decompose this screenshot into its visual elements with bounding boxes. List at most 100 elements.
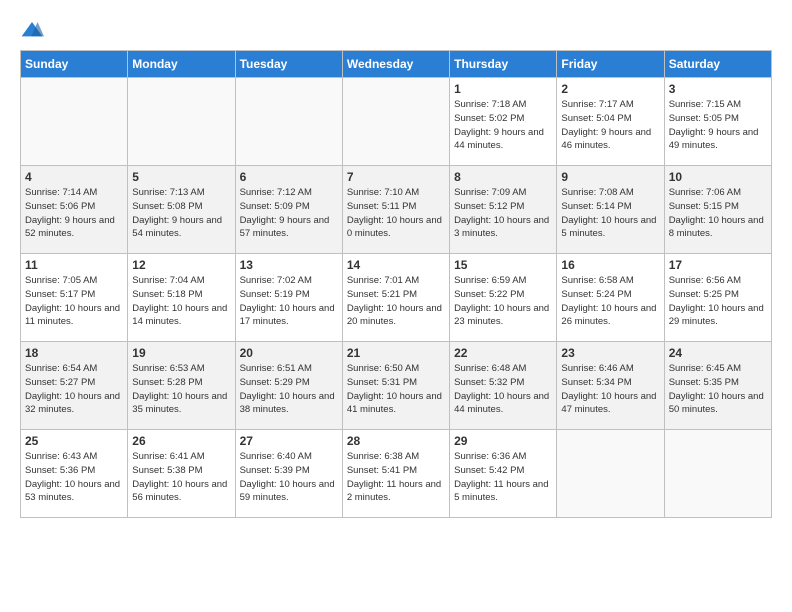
- day-info: Sunrise: 7:09 AM Sunset: 5:12 PM Dayligh…: [454, 186, 552, 241]
- calendar-week-row: 18 Sunrise: 6:54 AM Sunset: 5:27 PM Dayli…: [21, 342, 772, 430]
- calendar-cell: 3Sunrise: 7:15 AM Sunset: 5:05 PM Daylig…: [664, 78, 771, 166]
- calendar-cell: 28 Sunrise: 6:38 AM Sunset: 5:41 PM Dayli…: [342, 430, 449, 518]
- day-info: Sunrise: 6:50 AM Sunset: 5:31 PM Dayligh…: [347, 362, 445, 417]
- day-info: Sunrise: 7:04 AM Sunset: 5:18 PM Dayligh…: [132, 274, 230, 329]
- calendar-cell: 19 Sunrise: 6:53 AM Sunset: 5:28 PM Dayli…: [128, 342, 235, 430]
- calendar-cell: 22 Sunrise: 6:48 AM Sunset: 5:32 PM Dayli…: [450, 342, 557, 430]
- calendar-week-row: 1Sunrise: 7:18 AM Sunset: 5:02 PM Daylig…: [21, 78, 772, 166]
- day-number: 19: [132, 346, 230, 360]
- calendar-cell: 27 Sunrise: 6:40 AM Sunset: 5:39 PM Dayli…: [235, 430, 342, 518]
- day-number: 25: [25, 434, 123, 448]
- column-header-monday: Monday: [128, 51, 235, 78]
- calendar-cell: 4 Sunrise: 7:14 AM Sunset: 5:06 PM Daylig…: [21, 166, 128, 254]
- day-info: Sunrise: 7:13 AM Sunset: 5:08 PM Dayligh…: [132, 186, 230, 241]
- day-info: Sunrise: 7:10 AM Sunset: 5:11 PM Dayligh…: [347, 186, 445, 241]
- day-info: Sunrise: 6:43 AM Sunset: 5:36 PM Dayligh…: [25, 450, 123, 505]
- calendar-cell: 18 Sunrise: 6:54 AM Sunset: 5:27 PM Dayli…: [21, 342, 128, 430]
- column-header-wednesday: Wednesday: [342, 51, 449, 78]
- calendar-cell: 17 Sunrise: 6:56 AM Sunset: 5:25 PM Dayli…: [664, 254, 771, 342]
- calendar-table: SundayMondayTuesdayWednesdayThursdayFrid…: [20, 50, 772, 518]
- day-number: 12: [132, 258, 230, 272]
- day-number: 27: [240, 434, 338, 448]
- day-number: 1: [454, 82, 552, 96]
- day-info: Sunrise: 7:08 AM Sunset: 5:14 PM Dayligh…: [561, 186, 659, 241]
- calendar-cell: 23 Sunrise: 6:46 AM Sunset: 5:34 PM Dayli…: [557, 342, 664, 430]
- calendar-cell: 2 Sunrise: 7:17 AM Sunset: 5:04 PM Daylig…: [557, 78, 664, 166]
- logo-icon: [20, 20, 44, 40]
- day-number: 13: [240, 258, 338, 272]
- day-info: Sunrise: 7:01 AM Sunset: 5:21 PM Dayligh…: [347, 274, 445, 329]
- calendar-cell: [342, 78, 449, 166]
- day-number: 14: [347, 258, 445, 272]
- calendar-header-row: SundayMondayTuesdayWednesdayThursdayFrid…: [21, 51, 772, 78]
- day-number: 16: [561, 258, 659, 272]
- day-number: 10: [669, 170, 767, 184]
- column-header-saturday: Saturday: [664, 51, 771, 78]
- day-info: Sunrise: 6:53 AM Sunset: 5:28 PM Dayligh…: [132, 362, 230, 417]
- calendar-cell: 13 Sunrise: 7:02 AM Sunset: 5:19 PM Dayli…: [235, 254, 342, 342]
- day-number: 11: [25, 258, 123, 272]
- column-header-tuesday: Tuesday: [235, 51, 342, 78]
- calendar-cell: 26 Sunrise: 6:41 AM Sunset: 5:38 PM Dayli…: [128, 430, 235, 518]
- day-info: Sunrise: 7:02 AM Sunset: 5:19 PM Dayligh…: [240, 274, 338, 329]
- calendar-cell: 11Sunrise: 7:05 AM Sunset: 5:17 PM Dayli…: [21, 254, 128, 342]
- logo: [20, 20, 48, 40]
- day-info: Sunrise: 7:12 AM Sunset: 5:09 PM Dayligh…: [240, 186, 338, 241]
- day-number: 28: [347, 434, 445, 448]
- day-number: 8: [454, 170, 552, 184]
- day-info: Sunrise: 6:46 AM Sunset: 5:34 PM Dayligh…: [561, 362, 659, 417]
- day-info: Sunrise: 6:56 AM Sunset: 5:25 PM Dayligh…: [669, 274, 767, 329]
- calendar-cell: 15 Sunrise: 6:59 AM Sunset: 5:22 PM Dayli…: [450, 254, 557, 342]
- calendar-cell: 29Sunrise: 6:36 AM Sunset: 5:42 PM Dayli…: [450, 430, 557, 518]
- calendar-cell: 25 Sunrise: 6:43 AM Sunset: 5:36 PM Dayli…: [21, 430, 128, 518]
- day-number: 3: [669, 82, 767, 96]
- calendar-cell: [664, 430, 771, 518]
- day-info: Sunrise: 7:06 AM Sunset: 5:15 PM Dayligh…: [669, 186, 767, 241]
- day-number: 24: [669, 346, 767, 360]
- day-number: 20: [240, 346, 338, 360]
- day-info: Sunrise: 6:51 AM Sunset: 5:29 PM Dayligh…: [240, 362, 338, 417]
- column-header-thursday: Thursday: [450, 51, 557, 78]
- calendar-cell: 6Sunrise: 7:12 AM Sunset: 5:09 PM Daylig…: [235, 166, 342, 254]
- day-info: Sunrise: 6:54 AM Sunset: 5:27 PM Dayligh…: [25, 362, 123, 417]
- calendar-cell: 14 Sunrise: 7:01 AM Sunset: 5:21 PM Dayli…: [342, 254, 449, 342]
- day-number: 26: [132, 434, 230, 448]
- calendar-cell: [235, 78, 342, 166]
- day-info: Sunrise: 6:58 AM Sunset: 5:24 PM Dayligh…: [561, 274, 659, 329]
- day-info: Sunrise: 6:36 AM Sunset: 5:42 PM Dayligh…: [454, 450, 552, 505]
- day-number: 23: [561, 346, 659, 360]
- calendar-cell: [557, 430, 664, 518]
- day-number: 22: [454, 346, 552, 360]
- calendar-week-row: 25 Sunrise: 6:43 AM Sunset: 5:36 PM Dayli…: [21, 430, 772, 518]
- day-number: 4: [25, 170, 123, 184]
- calendar-cell: 9 Sunrise: 7:08 AM Sunset: 5:14 PM Daylig…: [557, 166, 664, 254]
- calendar-cell: 24 Sunrise: 6:45 AM Sunset: 5:35 PM Dayli…: [664, 342, 771, 430]
- day-info: Sunrise: 6:59 AM Sunset: 5:22 PM Dayligh…: [454, 274, 552, 329]
- day-number: 7: [347, 170, 445, 184]
- calendar-cell: 8 Sunrise: 7:09 AM Sunset: 5:12 PM Daylig…: [450, 166, 557, 254]
- day-number: 2: [561, 82, 659, 96]
- day-info: Sunrise: 6:41 AM Sunset: 5:38 PM Dayligh…: [132, 450, 230, 505]
- day-number: 18: [25, 346, 123, 360]
- day-number: 9: [561, 170, 659, 184]
- calendar-cell: 5 Sunrise: 7:13 AM Sunset: 5:08 PM Daylig…: [128, 166, 235, 254]
- day-number: 21: [347, 346, 445, 360]
- column-header-sunday: Sunday: [21, 51, 128, 78]
- day-info: Sunrise: 6:40 AM Sunset: 5:39 PM Dayligh…: [240, 450, 338, 505]
- day-number: 5: [132, 170, 230, 184]
- header: [20, 20, 772, 40]
- day-number: 17: [669, 258, 767, 272]
- calendar-week-row: 4 Sunrise: 7:14 AM Sunset: 5:06 PM Daylig…: [21, 166, 772, 254]
- calendar-cell: 16 Sunrise: 6:58 AM Sunset: 5:24 PM Dayli…: [557, 254, 664, 342]
- calendar-cell: [128, 78, 235, 166]
- day-info: Sunrise: 6:45 AM Sunset: 5:35 PM Dayligh…: [669, 362, 767, 417]
- calendar-cell: 20 Sunrise: 6:51 AM Sunset: 5:29 PM Dayli…: [235, 342, 342, 430]
- day-number: 15: [454, 258, 552, 272]
- day-info: Sunrise: 6:48 AM Sunset: 5:32 PM Dayligh…: [454, 362, 552, 417]
- day-info: Sunrise: 7:17 AM Sunset: 5:04 PM Dayligh…: [561, 98, 659, 153]
- calendar-cell: 7 Sunrise: 7:10 AM Sunset: 5:11 PM Daylig…: [342, 166, 449, 254]
- day-info: Sunrise: 7:14 AM Sunset: 5:06 PM Dayligh…: [25, 186, 123, 241]
- calendar-week-row: 11Sunrise: 7:05 AM Sunset: 5:17 PM Dayli…: [21, 254, 772, 342]
- column-header-friday: Friday: [557, 51, 664, 78]
- day-info: Sunrise: 6:38 AM Sunset: 5:41 PM Dayligh…: [347, 450, 445, 505]
